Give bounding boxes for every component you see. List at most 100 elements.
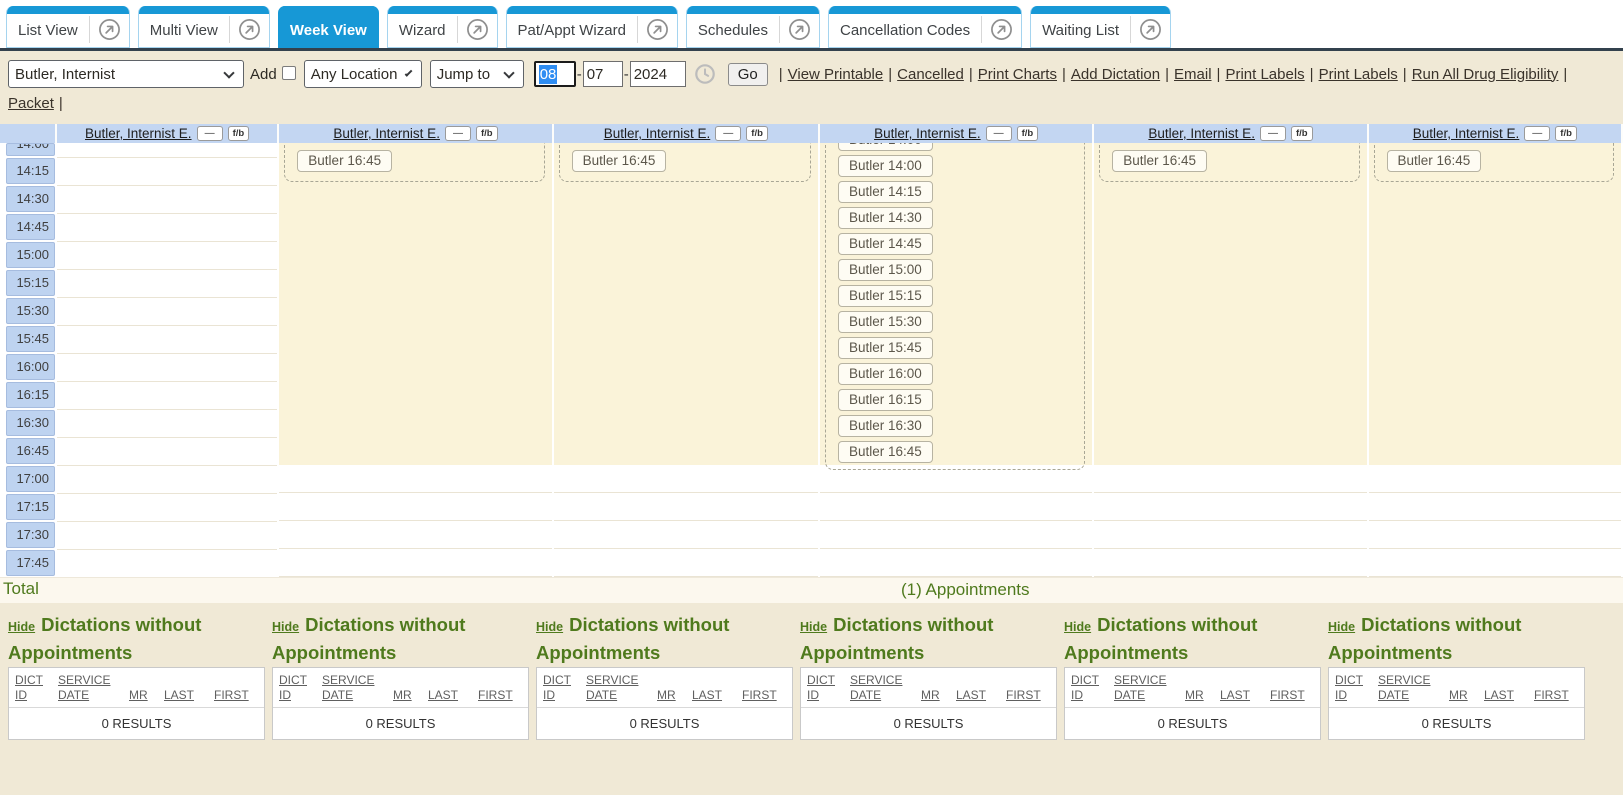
grid-row[interactable] [1369, 549, 1621, 577]
external-link-icon[interactable] [229, 16, 269, 43]
provider-link[interactable]: Butler, Internist E. [874, 126, 981, 141]
provider-link[interactable]: Butler, Internist E. [85, 126, 192, 141]
column-header-service-date[interactable]: SERVICEDATE [1378, 673, 1442, 703]
hide-link[interactable]: Hide [272, 620, 299, 634]
column-header-dict-id[interactable]: DICTID [807, 673, 843, 703]
appointment-slot-button[interactable]: Butler 15:30 [838, 311, 933, 333]
grid-row[interactable] [554, 465, 818, 493]
appointment-slot-button[interactable]: Butler 16:45 [1112, 150, 1207, 172]
column-header-service-date[interactable]: SERVICEDATE [850, 673, 914, 703]
date-year-input[interactable]: 2024 [630, 61, 686, 87]
column-header-dict-id[interactable]: DICTID [543, 673, 579, 703]
day-column[interactable]: Butler 14:00Butler 14:00Butler 14:15Butl… [820, 143, 1092, 577]
appointment-slot-button[interactable]: Butler 15:15 [838, 285, 933, 307]
grid-row[interactable] [554, 521, 818, 549]
minimize-column-button[interactable]: — [986, 126, 1012, 141]
location-select[interactable]: Any Location [304, 60, 422, 88]
link-add-dictation[interactable]: Add Dictation [1071, 66, 1160, 83]
grid-row[interactable] [554, 549, 818, 577]
column-header-last[interactable]: LAST [1220, 673, 1263, 703]
grid-row[interactable] [820, 493, 1092, 521]
hide-link[interactable]: Hide [8, 620, 35, 634]
open-schedule-area[interactable]: Butler 16:45 [1369, 143, 1621, 465]
grid-row[interactable] [554, 493, 818, 521]
day-column[interactable]: Butler 16:45 [554, 143, 818, 577]
grid-row[interactable] [1369, 465, 1621, 493]
appointment-slot-button[interactable]: Butler 16:00 [838, 363, 933, 385]
tab-wizard[interactable]: Wizard [387, 6, 498, 48]
grid-row[interactable] [1094, 549, 1366, 577]
forward-back-button[interactable]: f/b [476, 126, 498, 141]
hide-link[interactable]: Hide [536, 620, 563, 634]
external-link-icon[interactable] [457, 16, 497, 43]
forward-back-button[interactable]: f/b [746, 126, 768, 141]
provider-link[interactable]: Butler, Internist E. [604, 126, 711, 141]
tab-waiting-list[interactable]: Waiting List [1030, 6, 1171, 48]
hide-link[interactable]: Hide [800, 620, 827, 634]
appointment-slot-button[interactable]: Butler 16:30 [838, 415, 933, 437]
jump-to-select[interactable]: Jump to [430, 60, 524, 88]
column-header-last[interactable]: LAST [692, 673, 735, 703]
open-schedule-area[interactable]: Butler 16:45 [554, 143, 818, 465]
appointment-slot-button[interactable]: Butler 16:45 [297, 150, 392, 172]
provider-link[interactable]: Butler, Internist E. [1148, 126, 1255, 141]
grid-row[interactable] [279, 493, 551, 521]
day-column[interactable]: Butler 16:45 [279, 143, 551, 577]
grid-row[interactable] [1369, 521, 1621, 549]
link-print-charts[interactable]: Print Charts [978, 66, 1057, 83]
appointment-slot-button[interactable]: Butler 14:30 [838, 207, 933, 229]
hide-link[interactable]: Hide [1328, 620, 1355, 634]
column-header-mr[interactable]: MR [393, 673, 421, 703]
clock-icon[interactable] [694, 63, 716, 85]
add-checkbox[interactable] [282, 66, 296, 80]
column-header-mr[interactable]: MR [1449, 673, 1477, 703]
forward-back-button[interactable]: f/b [1291, 126, 1313, 141]
tab-schedules[interactable]: Schedules [686, 6, 820, 48]
link-print-labels[interactable]: Print Labels [1319, 66, 1398, 83]
grid-row[interactable] [279, 549, 551, 577]
column-header-first[interactable]: FIRST [1270, 673, 1312, 703]
link-packet[interactable]: Packet [8, 95, 54, 112]
appointment-slot-button[interactable]: Butler 16:45 [572, 150, 667, 172]
external-link-icon[interactable] [637, 16, 677, 43]
appointment-slot-button[interactable]: Butler 14:15 [838, 181, 933, 203]
minimize-column-button[interactable]: — [715, 126, 741, 141]
date-month-input[interactable]: 08 [534, 61, 576, 87]
provider-select[interactable]: Butler, Internist [8, 60, 244, 88]
go-button[interactable]: Go [728, 63, 768, 86]
column-header-service-date[interactable]: SERVICEDATE [1114, 673, 1178, 703]
column-header-dict-id[interactable]: DICTID [1071, 673, 1107, 703]
grid-row[interactable] [1094, 493, 1366, 521]
date-day-input[interactable]: 07 [583, 61, 623, 87]
open-schedule-area[interactable]: Butler 16:45 [279, 143, 551, 465]
provider-link[interactable]: Butler, Internist E. [333, 126, 440, 141]
column-header-first[interactable]: FIRST [1006, 673, 1048, 703]
link-email[interactable]: Email [1174, 66, 1212, 83]
minimize-column-button[interactable]: — [1524, 126, 1550, 141]
forward-back-button[interactable]: f/b [1017, 126, 1039, 141]
column-header-last[interactable]: LAST [1484, 673, 1527, 703]
forward-back-button[interactable]: f/b [228, 126, 250, 141]
external-link-icon[interactable] [89, 16, 129, 43]
grid-row[interactable] [820, 521, 1092, 549]
forward-back-button[interactable]: f/b [1555, 126, 1577, 141]
appointment-slot-button[interactable]: Butler 14:45 [838, 233, 933, 255]
column-header-dict-id[interactable]: DICTID [15, 673, 51, 703]
tab-multi-view[interactable]: Multi View [138, 6, 270, 48]
column-header-mr[interactable]: MR [1185, 673, 1213, 703]
column-header-service-date[interactable]: SERVICEDATE [586, 673, 650, 703]
column-header-first[interactable]: FIRST [214, 673, 256, 703]
minimize-column-button[interactable]: — [1260, 126, 1286, 141]
link-view-printable[interactable]: View Printable [788, 66, 884, 83]
column-header-mr[interactable]: MR [129, 673, 157, 703]
tab-week-view[interactable]: Week View [278, 6, 379, 48]
grid-row[interactable] [1094, 521, 1366, 549]
column-header-last[interactable]: LAST [428, 673, 471, 703]
column-header-last[interactable]: LAST [956, 673, 999, 703]
day-column[interactable] [57, 143, 278, 577]
tab-list-view[interactable]: List View [6, 6, 130, 48]
tab-pat-appt-wizard[interactable]: Pat/Appt Wizard [506, 6, 678, 48]
external-link-icon[interactable] [1130, 16, 1170, 43]
column-header-mr[interactable]: MR [657, 673, 685, 703]
open-schedule-area[interactable]: Butler 14:00Butler 14:00Butler 14:15Butl… [820, 143, 1092, 465]
